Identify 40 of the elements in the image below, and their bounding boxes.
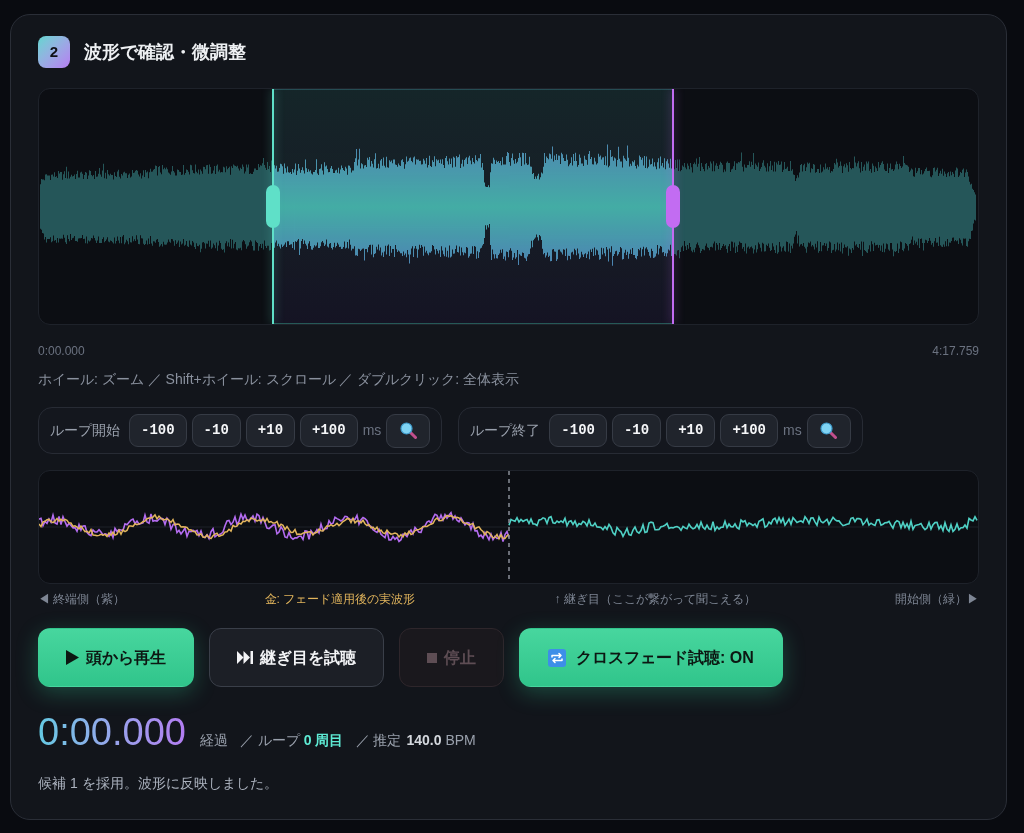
status-message: 候補 1 を採用。波形に反映しました。 — [38, 774, 278, 793]
unit-label: ms — [362, 421, 382, 440]
nudge-button[interactable]: +100 — [300, 414, 358, 447]
nudge-button[interactable]: +100 — [720, 414, 778, 447]
bpm-label: ／ 推定 — [355, 731, 402, 750]
nudge-button[interactable]: -10 — [191, 414, 241, 447]
nudge-button[interactable]: -10 — [611, 414, 662, 447]
nudge-button[interactable]: +10 — [666, 414, 716, 447]
zoom-to-marker-button[interactable] — [386, 413, 431, 448]
search-icon — [820, 422, 838, 439]
nudge-button[interactable]: -100 — [549, 414, 607, 447]
waveform-panel[interactable] — [38, 88, 979, 325]
section-title: 波形で確認・微調整 — [84, 40, 246, 64]
loop-label: ／ ループ — [239, 731, 300, 750]
bpm-unit: BPM — [445, 731, 476, 750]
nudge-button[interactable]: -100 — [129, 414, 187, 447]
nudge-group-label: ループ開始 — [50, 421, 120, 440]
step-badge: 2 — [38, 36, 70, 68]
elapsed-label: 経過 — [199, 731, 228, 750]
stop-icon — [427, 652, 437, 663]
zoom-to-marker-button[interactable] — [806, 413, 851, 448]
play-from-start-button[interactable]: 頭から再生 — [38, 628, 194, 687]
repeat-icon — [548, 648, 566, 667]
bpm-value: 140.0 — [406, 731, 442, 750]
seam-legend-label: ◀ 終端側（紫） — [38, 591, 126, 607]
seam-preview-button[interactable]: 継ぎ目を試聴 — [209, 628, 384, 687]
loop-count: 0 周目 — [303, 731, 344, 750]
nudge-button[interactable]: +10 — [245, 414, 296, 447]
usage-hint: ホイール: ズーム ／ Shift+ホイール: スクロール ／ ダブルクリック: 全体表示 — [38, 370, 520, 389]
search-icon — [399, 422, 417, 439]
seam-legend-label: ↑ 継ぎ目（ここが繋がって聞こえる） — [554, 591, 756, 607]
seam-legend-label: 開始側（緑）▶ — [894, 591, 979, 607]
skip-forward-icon — [237, 651, 253, 664]
play-icon — [66, 650, 79, 665]
end-time-label: 4:17.759 — [932, 343, 979, 359]
unit-label: ms — [783, 421, 802, 440]
crossfade-toggle-button[interactable]: クロスフェード試聴: ON — [519, 628, 783, 687]
start-time-label: 0:00.000 — [38, 343, 85, 359]
seam-legend-label: 金: フェード適用後の実波形 — [264, 591, 416, 607]
nudge-group-label: ループ終了 — [470, 421, 541, 440]
